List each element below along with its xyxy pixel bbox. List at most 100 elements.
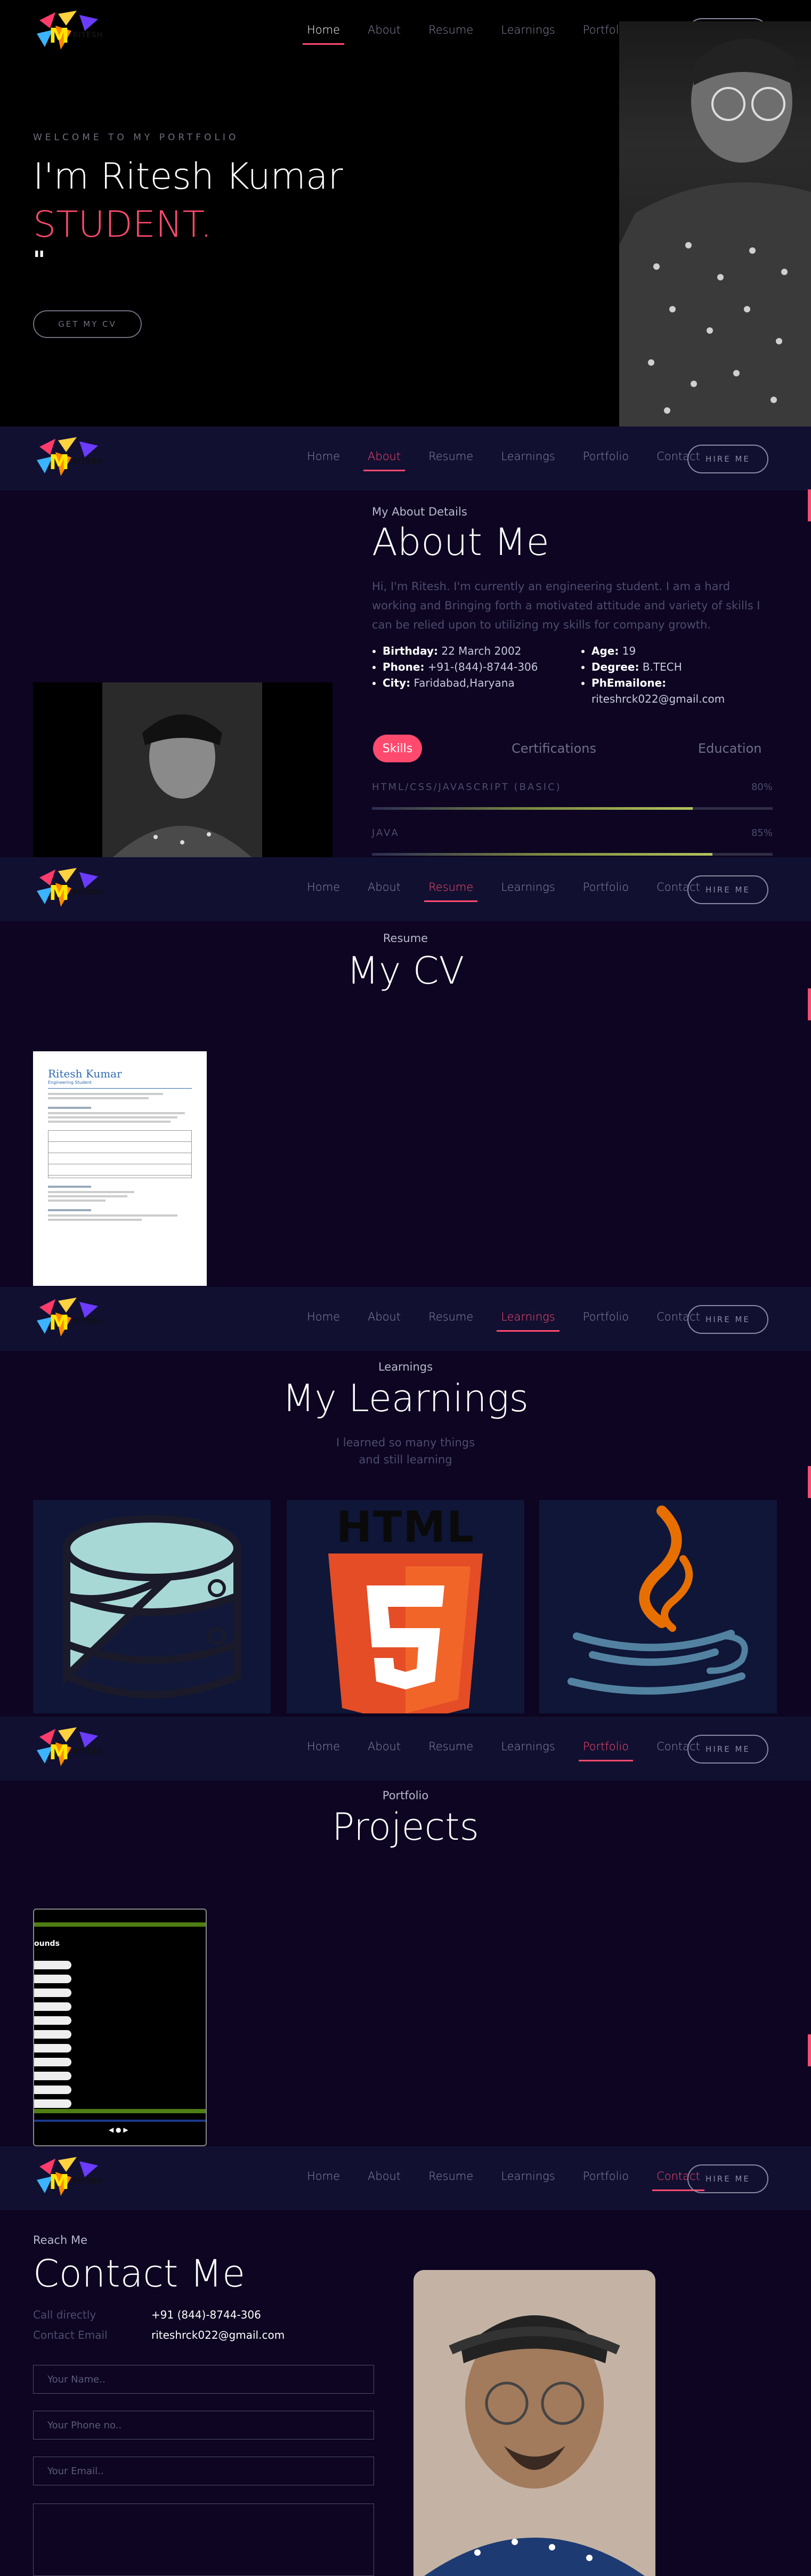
- tab-certifications[interactable]: Certifications: [512, 741, 596, 756]
- about-kicker: My About Details: [372, 505, 467, 518]
- nav-portfolio[interactable]: Portfolio: [583, 450, 629, 468]
- detail-birthday: Birthday: 22 March 2002: [383, 643, 538, 659]
- welcome-text: WELCOME TO MY PORTFOLIO: [33, 132, 239, 143]
- svg-text:RITESH: RITESH: [72, 1748, 103, 1756]
- nav-learnings[interactable]: Learnings: [501, 1740, 555, 1758]
- java-icon: [567, 1506, 748, 1695]
- name-input[interactable]: Your Name..: [33, 2365, 374, 2394]
- logo[interactable]: M RITESH: [34, 10, 108, 53]
- learning-card-database[interactable]: [33, 1500, 271, 1713]
- nav-about[interactable]: About: [368, 23, 401, 42]
- nav-home[interactable]: Home: [307, 450, 340, 468]
- message-textarea[interactable]: [33, 2503, 374, 2576]
- tab-skills[interactable]: Skills: [373, 735, 422, 762]
- about-photo-illustration: [102, 682, 262, 857]
- project-bar: [34, 2109, 206, 2113]
- nav-resume[interactable]: Resume: [428, 450, 473, 468]
- nav-resume[interactable]: Resume: [424, 881, 478, 902]
- call-value[interactable]: +91 (844)-8744-306: [151, 2308, 261, 2321]
- project-button: [34, 2044, 71, 2052]
- email-value[interactable]: riteshrck022@gmail.com: [151, 2329, 285, 2341]
- nav-about[interactable]: About: [368, 1740, 401, 1758]
- hire-me-button[interactable]: HIRE ME: [687, 2164, 768, 2193]
- learnings-section: M RITESH Home About Resume Learnings Por…: [0, 1287, 811, 1717]
- hire-me-button[interactable]: HIRE ME: [687, 445, 768, 473]
- resume-section: M RITESH Home About Resume Learnings Por…: [0, 857, 811, 1287]
- nav-learnings[interactable]: Learnings: [501, 2170, 555, 2188]
- email-input[interactable]: Your Email..: [33, 2457, 374, 2485]
- learning-cards: HTML 5: [0, 1500, 811, 1717]
- hire-me-button[interactable]: HIRE ME: [687, 875, 768, 904]
- html5-icon: [328, 1553, 483, 1713]
- svg-text:M: M: [49, 881, 69, 905]
- phone-input[interactable]: Your Phone no..: [33, 2411, 374, 2440]
- nav-portfolio[interactable]: Portfolio: [578, 1740, 634, 1761]
- logo[interactable]: M RITESH: [34, 867, 108, 911]
- project-card[interactable]: ounds ◀ ● ▶: [33, 1909, 207, 2146]
- nav-about[interactable]: About: [368, 881, 401, 899]
- side-tab[interactable]: [808, 489, 811, 521]
- nav-home[interactable]: Home: [307, 1310, 340, 1329]
- svg-text:RITESH: RITESH: [72, 1318, 103, 1326]
- skill-bar-track: [372, 853, 773, 856]
- typing-quote: ": [33, 246, 45, 273]
- get-cv-button[interactable]: GET MY CV: [33, 310, 142, 338]
- nav-portfolio[interactable]: Portfolio: [583, 1310, 629, 1329]
- learning-card-java[interactable]: [539, 1500, 777, 1713]
- learnings-title: My Learnings: [282, 1376, 529, 1420]
- contact-photo: [413, 2270, 655, 2576]
- cv-line: [48, 1209, 91, 1211]
- logo[interactable]: M RITESH: [34, 2156, 108, 2200]
- detail-city: City: Faridabad,Haryana: [383, 675, 538, 691]
- side-tab[interactable]: [808, 2034, 811, 2066]
- logo[interactable]: M RITESH: [34, 1726, 108, 1770]
- cv-line: [48, 1097, 149, 1099]
- hire-me-button[interactable]: HIRE ME: [687, 1305, 768, 1334]
- cv-line: [48, 1107, 91, 1109]
- nav-about[interactable]: About: [368, 2170, 401, 2188]
- nav-portfolio[interactable]: Portfolio: [583, 881, 629, 899]
- skill-name: JAVA: [372, 827, 400, 839]
- nav-resume[interactable]: Resume: [428, 1310, 473, 1329]
- cv-line: [48, 1219, 142, 1221]
- nav-portfolio[interactable]: Portfolio: [583, 2170, 629, 2188]
- nav-resume[interactable]: Resume: [428, 1740, 473, 1758]
- skill-bar-track: [372, 807, 773, 810]
- tab-education[interactable]: Education: [698, 741, 761, 756]
- skill-row-java: JAVA 85%: [372, 827, 773, 857]
- svg-text:RITESH: RITESH: [72, 31, 103, 39]
- nav-about[interactable]: About: [363, 450, 406, 471]
- nav-about[interactable]: About: [368, 1310, 401, 1329]
- logo[interactable]: M RITESH: [34, 436, 108, 480]
- contact-section: M RITESH Home About Resume Learnings Por…: [0, 2146, 811, 2576]
- nav-learnings[interactable]: Learnings: [501, 23, 555, 42]
- skill-percent: 85%: [751, 827, 773, 839]
- side-tab[interactable]: [808, 1466, 811, 1498]
- nav-learnings[interactable]: Learnings: [497, 1310, 560, 1332]
- nav-resume[interactable]: Resume: [428, 23, 473, 42]
- logo[interactable]: M RITESH: [34, 1297, 108, 1340]
- nav-links: Home About Resume Learnings Portfolio Co…: [307, 2170, 728, 2191]
- about-section: M RITESH Home About Resume Learnings Por…: [0, 426, 811, 857]
- cv-line: [48, 1214, 177, 1217]
- nav-links: Home About Resume Learnings Portfolio Co…: [307, 1310, 728, 1332]
- project-heading: ounds: [34, 1939, 60, 1948]
- nav-home[interactable]: Home: [307, 2170, 340, 2188]
- detail-email: PhEmailone:riteshrck022@gmail.com: [591, 675, 725, 707]
- nav-resume[interactable]: Resume: [428, 2170, 473, 2188]
- cv-line: [48, 1200, 106, 1202]
- project-button: [34, 2030, 71, 2039]
- learning-card-html5[interactable]: HTML 5: [287, 1500, 524, 1713]
- nav-home[interactable]: Home: [307, 881, 340, 899]
- svg-text:M: M: [49, 1311, 69, 1334]
- navbar: M RITESH Home About Resume Learnings Por…: [0, 857, 811, 921]
- nav-home[interactable]: Home: [302, 23, 345, 45]
- nav-home[interactable]: Home: [307, 1740, 340, 1758]
- cv-preview[interactable]: Ritesh Kumar Engineering Student: [33, 1051, 207, 1286]
- about-intro: Hi, I'm Ritesh. I'm currently an enginee…: [372, 580, 760, 631]
- side-tab[interactable]: [808, 988, 811, 1020]
- hire-me-button[interactable]: HIRE ME: [687, 1735, 768, 1764]
- nav-learnings[interactable]: Learnings: [501, 881, 555, 899]
- nav-learnings[interactable]: Learnings: [501, 450, 555, 468]
- database-icon: [63, 1515, 241, 1698]
